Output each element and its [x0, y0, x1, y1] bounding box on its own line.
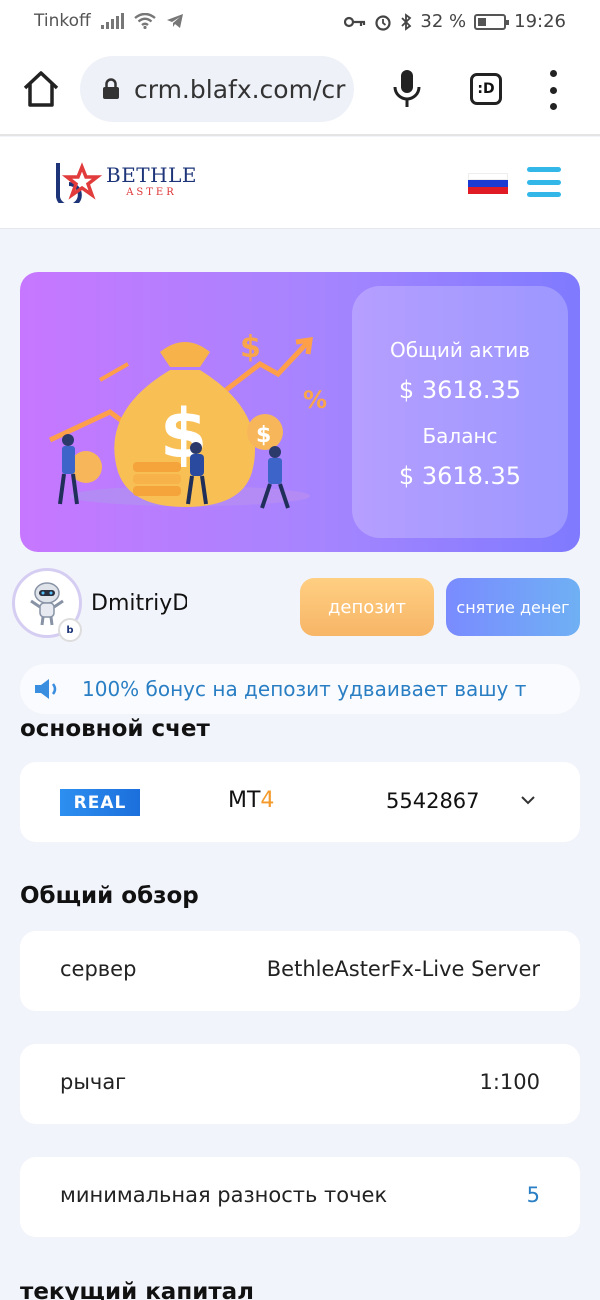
money-bag-illustration: $ $ % $ [48, 330, 327, 509]
telegram-icon [166, 14, 183, 28]
clock: 19:26 [514, 11, 566, 32]
alarm-icon [375, 14, 391, 31]
balance-banner: $ $ % $ Общий актив $ 3618.35 Баланс $ 3… [20, 272, 580, 552]
site-header: BETHLE ASTER [0, 137, 600, 229]
leverage-value: 1:100 [479, 1070, 540, 1094]
announcement-text: 100% бонус на депозит удваивает вашу т [82, 677, 527, 701]
chevron-down-icon[interactable] [520, 794, 536, 806]
brand-logo[interactable]: BETHLE ASTER [52, 159, 197, 203]
brand-name: BETHLE [106, 162, 197, 187]
main-account-heading: основной счет [20, 716, 210, 742]
total-assets-value: $ 3618.35 [398, 376, 522, 404]
withdraw-button[interactable]: снятие денег [446, 578, 580, 636]
total-assets-label: Общий актив [389, 338, 531, 362]
carrier-name: Tinkoff [34, 11, 91, 31]
language-flag-icon[interactable] [468, 173, 508, 194]
home-icon[interactable] [20, 68, 62, 110]
leverage-row: рычаг 1:100 [20, 1044, 580, 1124]
announcement-bar[interactable]: 100% бонус на депозит удваивает вашу т [20, 664, 580, 714]
svg-text:$: $ [256, 423, 271, 448]
deposit-button[interactable]: депозит [300, 578, 434, 636]
lock-icon [103, 78, 119, 99]
speaker-icon [35, 679, 57, 699]
more-menu-icon[interactable] [546, 70, 560, 110]
server-row: сервер BethleAsterFx-Live Server [20, 931, 580, 1011]
tabs-button[interactable]: :D [470, 73, 502, 105]
bluetooth-icon [401, 12, 412, 31]
current-capital-heading: текущий капитал [20, 1279, 255, 1300]
min-spread-row: минимальная разность точек 5 [20, 1157, 580, 1237]
battery-percent: 32 % [420, 11, 467, 32]
status-bar: Tinkoff 32 % 19:26 [0, 0, 600, 44]
hamburger-menu-icon[interactable] [527, 167, 561, 197]
key-icon [344, 16, 366, 27]
svg-text:$: $ [240, 330, 261, 365]
battery-icon [474, 13, 510, 30]
balance-value: $ 3618.35 [398, 462, 522, 490]
microphone-icon[interactable] [390, 68, 424, 110]
cell-signal-icon [100, 13, 124, 29]
url-bar[interactable]: crm.blafx.com/cr [80, 56, 354, 122]
brand-subtitle: ASTER [126, 186, 177, 198]
balance-summary: Общий актив $ 3618.35 Баланс $ 3618.35 [352, 286, 568, 538]
min-spread-label: минимальная разность точек [60, 1183, 388, 1207]
svg-text:%: % [303, 386, 327, 414]
overview-heading: Общий обзор [20, 883, 199, 909]
leverage-label: рычаг [60, 1070, 127, 1094]
wifi-icon [133, 13, 156, 29]
url-text: crm.blafx.com/cr [134, 74, 346, 104]
logo-mark-icon [56, 162, 102, 203]
platform-label: MT4 [228, 788, 275, 813]
server-label: сервер [60, 957, 137, 981]
username: DmitriyD [91, 591, 187, 616]
balance-label: Баланс [422, 424, 498, 448]
account-number: 5542867 [386, 789, 480, 813]
account-type-badge: REAL [60, 789, 140, 816]
avatar-badge: b [58, 618, 82, 642]
account-selector[interactable]: REAL MT4 5542867 [20, 762, 580, 842]
browser-toolbar: crm.blafx.com/cr :D [0, 44, 600, 136]
server-value: BethleAsterFx-Live Server [266, 957, 540, 981]
min-spread-value: 5 [526, 1183, 540, 1207]
